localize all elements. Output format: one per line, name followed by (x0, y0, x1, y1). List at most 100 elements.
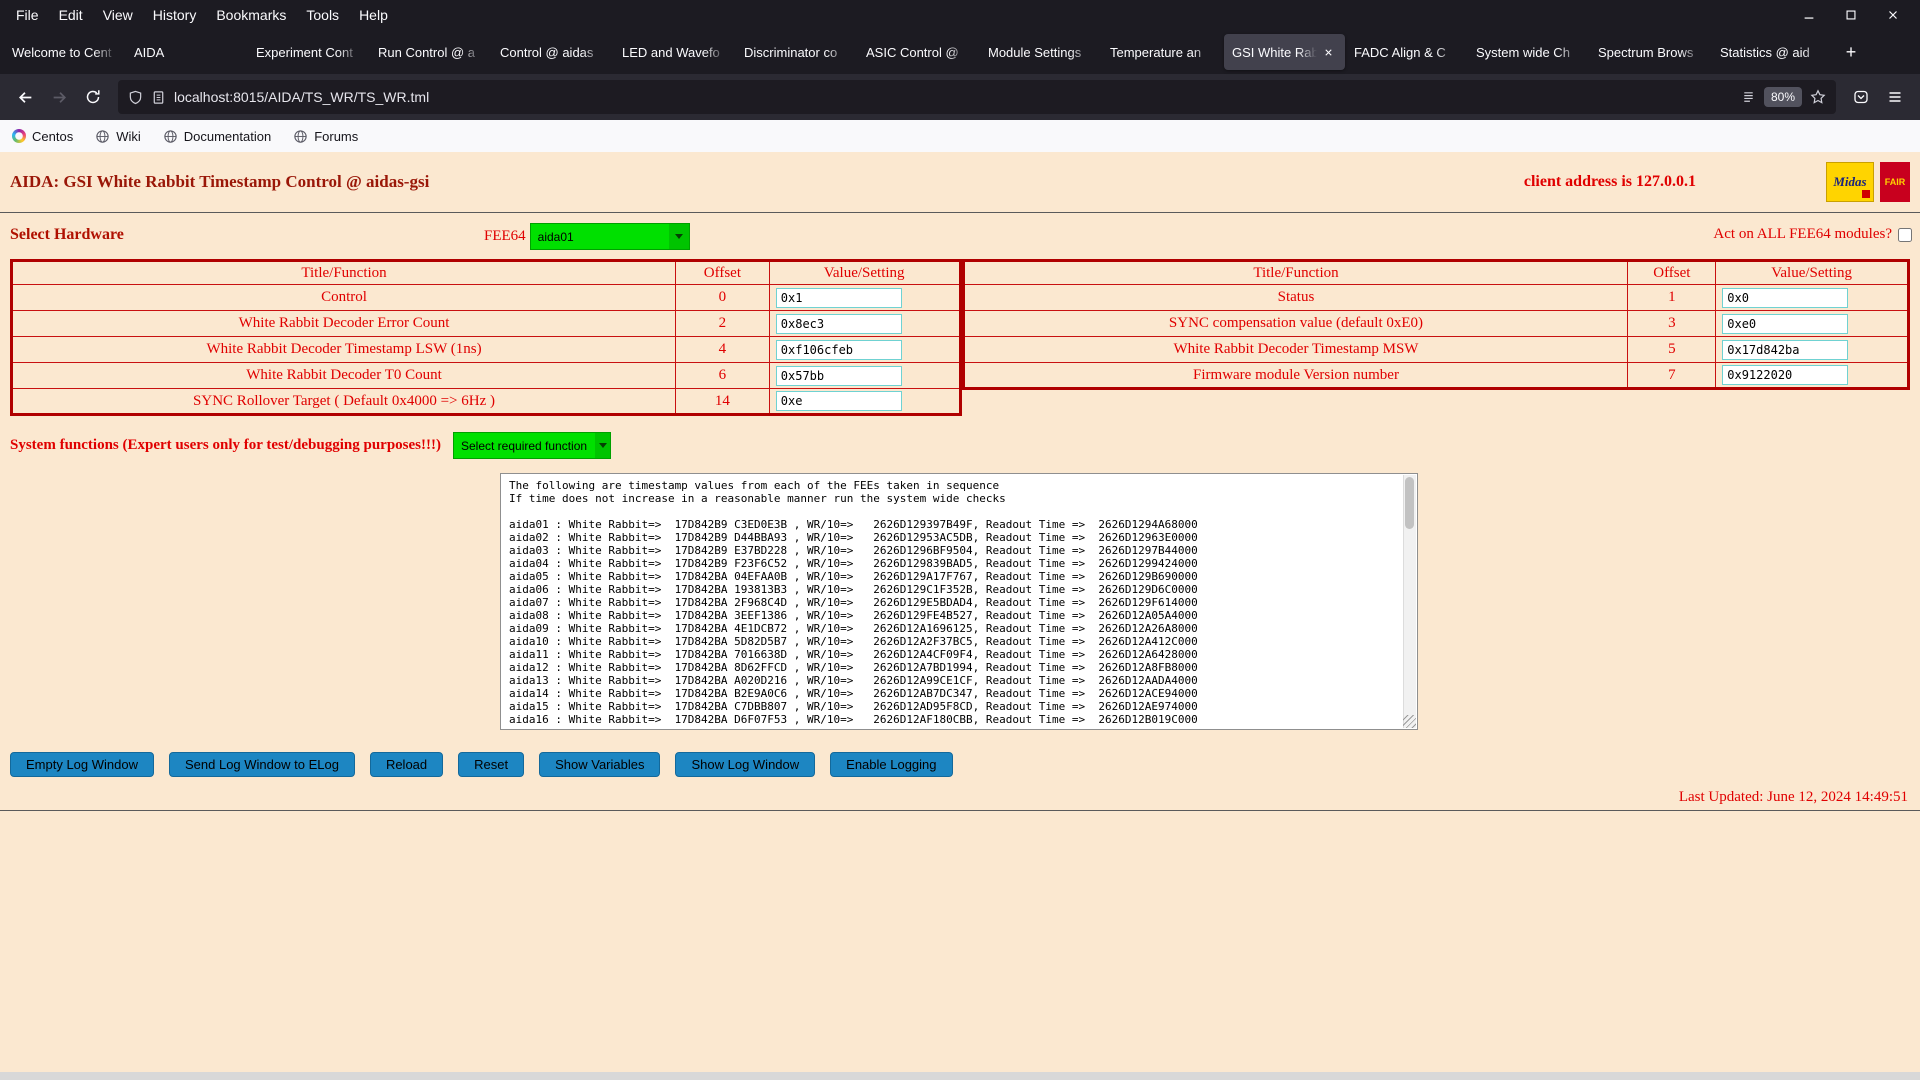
column-header: Offset (1627, 260, 1717, 285)
url-text[interactable]: localhost:8015/AIDA/TS_WR/TS_WR.tml (174, 89, 1733, 105)
log-window[interactable]: The following are timestamp values from … (500, 473, 1418, 730)
value-input[interactable] (775, 365, 902, 386)
zoom-indicator[interactable]: 80% (1763, 87, 1802, 107)
back-button[interactable] (8, 80, 42, 114)
reset-button[interactable]: Reset (458, 752, 525, 777)
select-hardware-label: Select Hardware (10, 226, 124, 243)
title-cell: White Rabbit Decoder Timestamp LSW (1ns) (10, 336, 677, 363)
pocket-icon[interactable] (1844, 80, 1878, 114)
menu-view[interactable]: View (93, 3, 143, 27)
offset-cell: 14 (675, 388, 770, 415)
browser-tab[interactable]: ASIC Control @ (858, 34, 979, 70)
table-row: White Rabbit Decoder T0 Count 6 (10, 362, 961, 389)
scrollbar-thumb[interactable] (1405, 477, 1414, 529)
window-controls (1788, 0, 1914, 30)
title-cell: White Rabbit Decoder Error Count (10, 310, 677, 337)
new-tab-button[interactable]: + (1834, 35, 1868, 69)
offset-cell: 6 (675, 362, 770, 389)
empty-log-window-button[interactable]: Empty Log Window (10, 752, 154, 777)
bookmark-forums[interactable]: Forums (293, 129, 358, 144)
browser-tab[interactable]: Run Control @ a (370, 34, 491, 70)
fee64-label: FEE64 (484, 228, 526, 244)
value-input[interactable] (775, 287, 902, 308)
browser-tab[interactable]: AIDA (126, 34, 247, 70)
value-input[interactable] (775, 339, 902, 360)
column-header: Title/Function (962, 260, 1629, 285)
offset-cell: 7 (1627, 362, 1717, 389)
act-all-checkbox[interactable] (1898, 227, 1912, 242)
page-title: AIDA: GSI White Rabbit Timestamp Control… (10, 172, 430, 191)
centos-icon (12, 129, 26, 143)
offset-cell: 3 (1627, 310, 1717, 337)
browser-tab[interactable]: System wide Ch (1468, 34, 1589, 70)
browser-tab-active[interactable]: GSI White Rab (1224, 34, 1345, 70)
browser-tab[interactable]: Temperature an (1102, 34, 1223, 70)
maximize-button[interactable] (1830, 0, 1872, 30)
browser-tab[interactable]: Spectrum Brows (1590, 34, 1711, 70)
table-row: Status 1 (962, 284, 1909, 311)
menu-edit[interactable]: Edit (49, 3, 93, 27)
client-address: client address is 127.0.0.1 (1523, 173, 1696, 190)
close-button[interactable] (1872, 0, 1914, 30)
select-hardware-row: Select Hardware FEE64 aida01 Act on ALL … (0, 217, 1920, 257)
menu-history[interactable]: History (143, 3, 207, 27)
right-register-table: Title/Function Offset Value/Setting Stat… (961, 259, 1910, 390)
shield-icon[interactable] (128, 90, 143, 105)
menu-bar: File Edit View History Bookmarks Tools H… (0, 0, 1920, 30)
menu-hamburger-icon[interactable] (1878, 80, 1912, 114)
value-input[interactable] (1722, 365, 1849, 385)
forward-button[interactable] (42, 80, 76, 114)
title-cell: Status (962, 284, 1629, 311)
column-header: Value/Setting (768, 260, 961, 285)
reader-view-icon[interactable] (1741, 90, 1756, 105)
log-scrollbar[interactable] (1403, 475, 1416, 728)
menu-help[interactable]: Help (349, 3, 398, 27)
page-content: AIDA: GSI White Rabbit Timestamp Control… (0, 152, 1920, 1080)
menu-bookmarks[interactable]: Bookmarks (206, 3, 296, 27)
bookmark-documentation[interactable]: Documentation (163, 129, 271, 144)
title-cell: White Rabbit Decoder T0 Count (10, 362, 677, 389)
title-cell: SYNC compensation value (default 0xE0) (962, 310, 1629, 337)
globe-icon (163, 129, 178, 144)
value-input[interactable] (1722, 313, 1849, 334)
bookmark-star-icon[interactable] (1810, 89, 1826, 105)
column-header: Value/Setting (1715, 260, 1909, 285)
browser-tab[interactable]: Welcome to Cent (4, 34, 125, 70)
page-info-icon[interactable] (151, 90, 166, 105)
show-log-window-button[interactable]: Show Log Window (675, 752, 816, 777)
browser-tab[interactable]: LED and Wavefo (614, 34, 735, 70)
show-variables-button[interactable]: Show Variables (539, 752, 661, 777)
fee64-select[interactable]: aida01 (529, 223, 690, 250)
minimize-button[interactable] (1788, 0, 1830, 30)
reload-button[interactable] (76, 80, 110, 114)
tab-close-icon[interactable] (1319, 43, 1337, 61)
bookmark-wiki[interactable]: Wiki (95, 129, 141, 144)
value-input[interactable] (775, 313, 902, 334)
logos: Midas FAIR (1826, 162, 1910, 202)
system-functions-row: System functions (Expert users only for … (10, 432, 1920, 459)
browser-tab[interactable]: Experiment Cont (248, 34, 369, 70)
browser-tab[interactable]: FADC Align & C (1346, 34, 1467, 70)
browser-tab[interactable]: Statistics @ aid (1712, 34, 1833, 70)
system-function-select[interactable]: Select required function (452, 432, 611, 459)
reload-page-button[interactable]: Reload (369, 752, 444, 777)
globe-icon (95, 129, 110, 144)
register-tables: Title/Function Offset Value/Setting Cont… (10, 259, 1910, 416)
column-header: Title/Function (10, 260, 677, 285)
bookmark-centos[interactable]: Centos (12, 129, 73, 144)
send-log-to-elog-button[interactable]: Send Log Window to ELog (169, 752, 355, 777)
value-input[interactable] (1722, 339, 1849, 360)
browser-tab[interactable]: Discriminator co (736, 34, 857, 70)
value-input[interactable] (1722, 287, 1849, 308)
offset-cell: 5 (1627, 336, 1717, 363)
menu-tools[interactable]: Tools (296, 3, 349, 27)
log-text: The following are timestamp values from … (509, 479, 1198, 726)
browser-tab[interactable]: Module Settings (980, 34, 1101, 70)
enable-logging-button[interactable]: Enable Logging (830, 752, 953, 777)
resize-grip[interactable] (1403, 715, 1416, 728)
value-input[interactable] (775, 391, 902, 411)
browser-tab[interactable]: Control @ aidas (492, 34, 613, 70)
menu-file[interactable]: File (6, 3, 49, 27)
url-bar[interactable]: localhost:8015/AIDA/TS_WR/TS_WR.tml 80% (118, 80, 1836, 114)
bookmarks-toolbar: Centos Wiki Documentation Forums (0, 120, 1920, 152)
